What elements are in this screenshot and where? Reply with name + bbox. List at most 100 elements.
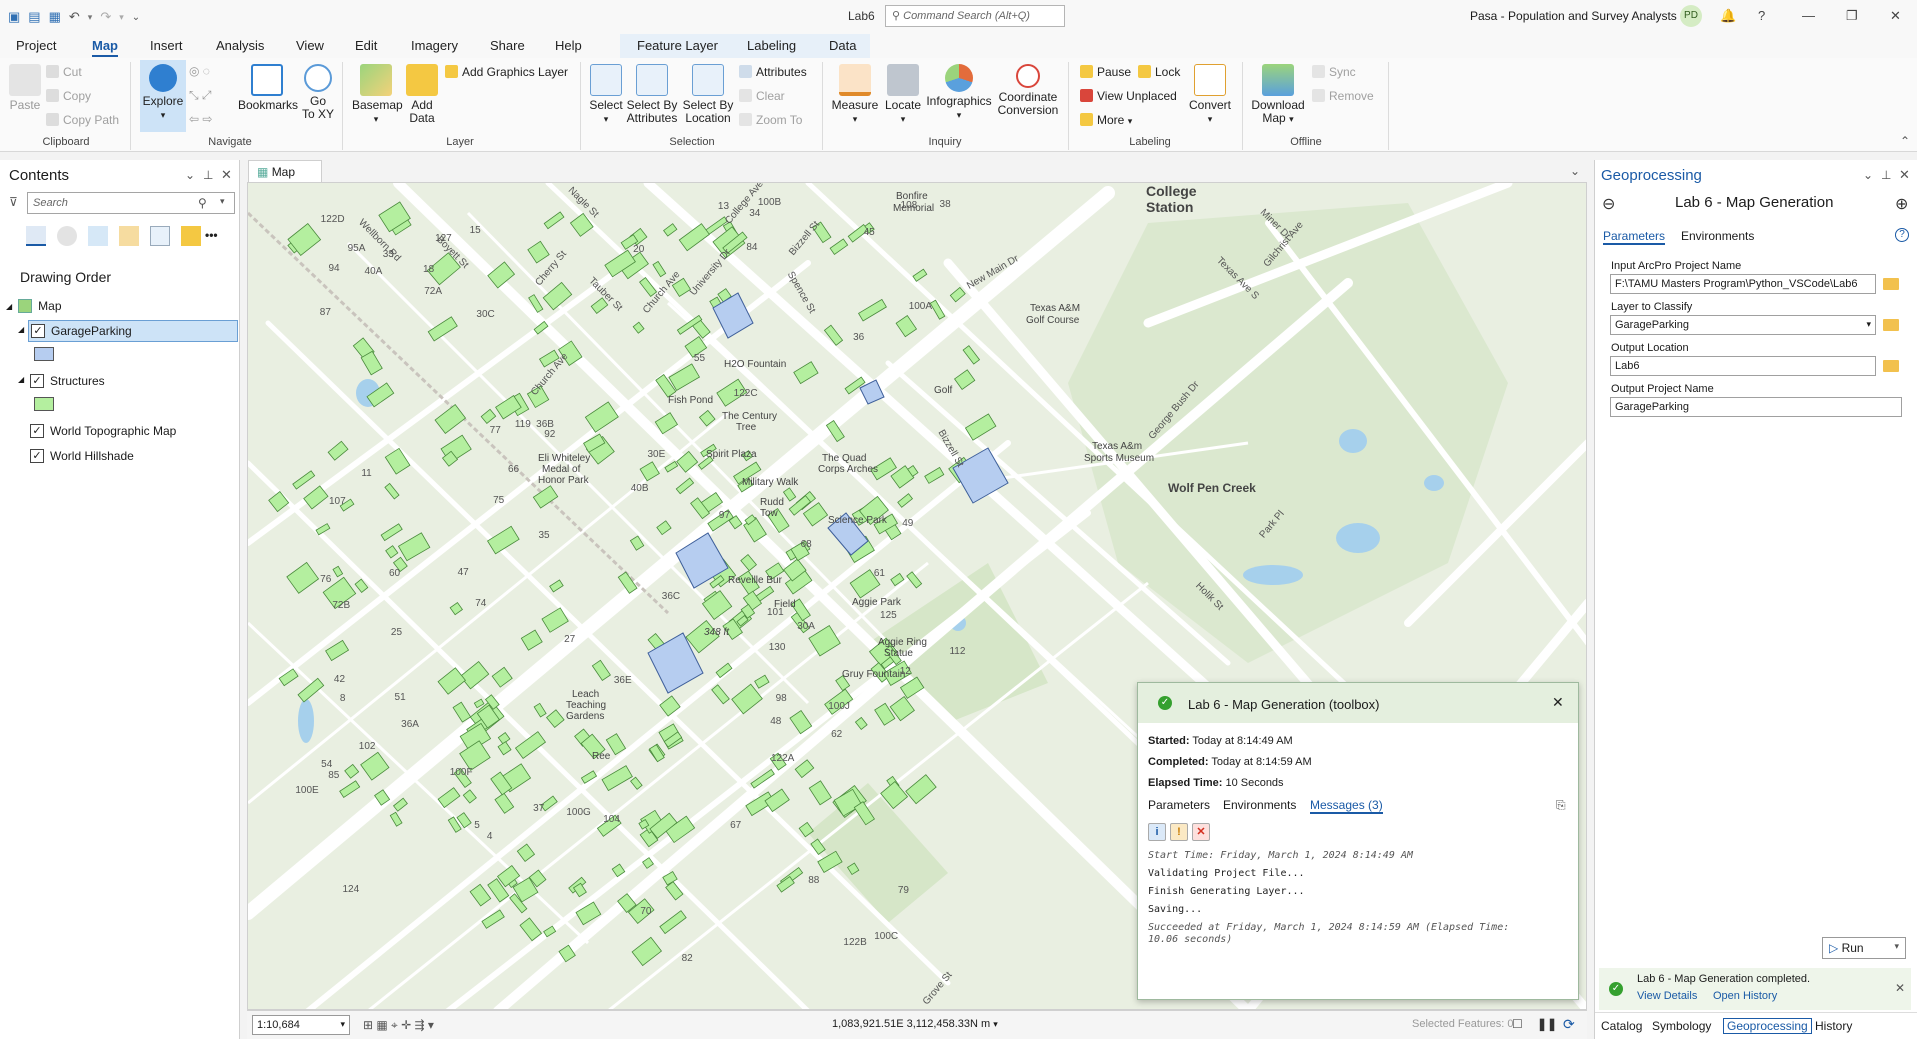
add-data-button[interactable]: Add Data	[404, 64, 440, 125]
structure-polygon[interactable]	[854, 716, 868, 731]
layer-to-classify-select[interactable]: GarageParking ▾	[1610, 315, 1876, 335]
structure-polygon[interactable]	[473, 698, 485, 709]
structure-polygon[interactable]	[384, 482, 400, 500]
tab-insert[interactable]: Insert	[150, 38, 183, 53]
collapse-arrow-icon[interactable]: ◢	[18, 325, 24, 334]
structure-polygon[interactable]	[452, 701, 472, 723]
map-node[interactable]: ◢ Map	[6, 295, 62, 317]
structure-polygon[interactable]	[659, 910, 687, 935]
structure-polygon[interactable]	[380, 523, 403, 542]
tab-labeling[interactable]: Labeling	[747, 38, 796, 53]
structure-polygon[interactable]	[286, 561, 320, 594]
output-project-name-field[interactable]: GarageParking	[1610, 397, 1902, 417]
list-by-labeling-icon[interactable]	[181, 226, 201, 246]
avatar[interactable]: PD	[1680, 5, 1702, 27]
pause-labeling-button[interactable]: Pause	[1080, 65, 1131, 79]
view-details-link[interactable]: View Details	[1637, 990, 1697, 1002]
structure-polygon[interactable]	[532, 485, 559, 509]
structure-polygon[interactable]	[327, 440, 349, 461]
previous-next-extent-icon[interactable]: ⇦ ⇨	[189, 112, 212, 126]
tab-catalog[interactable]: Catalog	[1601, 1019, 1642, 1033]
select-button[interactable]: Select ▾	[586, 64, 626, 126]
collapse-ribbon-icon[interactable]: ⌃	[1900, 134, 1910, 148]
layer-checkbox[interactable]: ✓	[30, 449, 44, 463]
help-icon[interactable]: ?	[1758, 8, 1765, 23]
pin-icon[interactable]: ⊥	[1881, 168, 1891, 182]
warning-filter-icon[interactable]: !	[1170, 823, 1188, 841]
structure-polygon[interactable]	[793, 361, 819, 385]
structures-symbol[interactable]	[34, 397, 54, 411]
popup-tab-environments[interactable]: Environments	[1223, 798, 1296, 812]
chevron-down-icon[interactable]: ▾	[1894, 941, 1899, 952]
grid-icon[interactable]: ⊞ ▦ ⌖ ✛ ⇶ ▾	[363, 1018, 434, 1033]
structure-polygon[interactable]	[953, 369, 976, 391]
infographics-button[interactable]: Infographics ▾	[926, 64, 992, 122]
tab-share[interactable]: Share	[490, 38, 525, 53]
tab-map[interactable]: Map	[92, 38, 118, 57]
structure-polygon[interactable]	[630, 776, 643, 790]
tab-data[interactable]: Data	[829, 38, 856, 53]
tab-map-view[interactable]: ▦ Map ✕	[248, 160, 322, 193]
structure-polygon[interactable]	[527, 240, 550, 264]
structure-polygon[interactable]	[895, 314, 918, 338]
structure-polygon[interactable]	[268, 491, 290, 513]
open-project-icon[interactable]: ▤	[28, 9, 40, 25]
undo-icon[interactable]: ↶	[69, 9, 80, 25]
redo-dropdown-icon[interactable]: ▾	[119, 12, 124, 23]
full-extent-icon[interactable]: ◎ ◌	[189, 64, 210, 78]
layer-checkbox[interactable]: ✓	[31, 324, 45, 338]
structure-polygon[interactable]	[339, 780, 361, 798]
select-by-location-button[interactable]: Select By Location	[682, 64, 734, 125]
convert-button[interactable]: Convert ▾	[1188, 64, 1232, 126]
download-map-button[interactable]: Download Map ▾	[1250, 64, 1306, 126]
structure-polygon[interactable]	[639, 461, 660, 482]
more-options-icon[interactable]: •••	[205, 228, 218, 242]
list-by-snapping-icon[interactable]	[150, 226, 170, 246]
folder-icon[interactable]	[1883, 319, 1899, 331]
copy-messages-icon[interactable]: ⎘	[1556, 798, 1566, 813]
structure-polygon[interactable]	[663, 223, 678, 237]
structure-polygon[interactable]	[384, 447, 411, 475]
popup-tab-parameters[interactable]: Parameters	[1148, 798, 1210, 812]
list-by-data-source-icon[interactable]	[57, 226, 77, 246]
pause-drawing-icon[interactable]: ❚❚	[1537, 1017, 1557, 1031]
structure-polygon[interactable]	[711, 684, 730, 705]
structure-polygon[interactable]	[962, 345, 981, 365]
close-icon[interactable]: ✕	[221, 167, 232, 183]
portal-name[interactable]: Pasa - Population and Survey Analysts	[1470, 9, 1677, 23]
structure-polygon[interactable]	[701, 590, 733, 621]
structure-polygon[interactable]	[469, 883, 492, 907]
layer-row-world-hillshade[interactable]: ✓ World Hillshade	[30, 445, 134, 467]
layer-row-world-topographic-map[interactable]: ✓ World Topographic Map	[30, 420, 176, 442]
tab-geoprocessing[interactable]: Geoprocessing	[1723, 1018, 1812, 1034]
search-icon[interactable]: ⚲	[198, 196, 207, 210]
scale-selector[interactable]: 1:10,684 ▾	[252, 1015, 350, 1035]
structure-polygon[interactable]	[325, 639, 350, 662]
more-labeling-button[interactable]: More ▾	[1080, 113, 1132, 127]
structure-polygon[interactable]	[434, 404, 467, 435]
explore-button[interactable]: Explore ▾	[140, 60, 186, 132]
structure-polygon[interactable]	[897, 493, 914, 508]
structure-polygon[interactable]	[292, 470, 316, 490]
structure-polygon[interactable]	[487, 261, 516, 289]
restore-button[interactable]: ❐	[1846, 8, 1858, 24]
structure-polygon[interactable]	[389, 811, 403, 827]
structure-polygon[interactable]	[949, 286, 966, 303]
tab-history[interactable]: History	[1815, 1019, 1852, 1033]
open-history-link[interactable]: Open History	[1713, 990, 1777, 1002]
chevron-down-icon[interactable]: ▾	[993, 1019, 998, 1029]
zoom-fixed-icon[interactable]: ⤡ ⤢	[189, 88, 212, 103]
structure-polygon[interactable]	[360, 751, 390, 781]
view-unplaced-button[interactable]: View Unplaced	[1080, 89, 1177, 103]
close-window-button[interactable]: ✕	[1890, 8, 1901, 24]
structure-polygon[interactable]	[649, 744, 665, 763]
structure-polygon[interactable]	[520, 629, 543, 651]
coordinate-conversion-button[interactable]: Coordinate Conversion	[996, 64, 1060, 117]
minimize-button[interactable]: —	[1802, 8, 1815, 23]
attributes-button[interactable]: Attributes	[739, 65, 807, 79]
structure-polygon[interactable]	[543, 211, 565, 230]
structure-polygon[interactable]	[656, 520, 672, 536]
zoom-to-selection-button[interactable]: Zoom To	[739, 113, 802, 127]
layer-row-garageparking[interactable]: ✓ GarageParking	[28, 320, 238, 342]
layer-checkbox[interactable]: ✓	[30, 374, 44, 388]
